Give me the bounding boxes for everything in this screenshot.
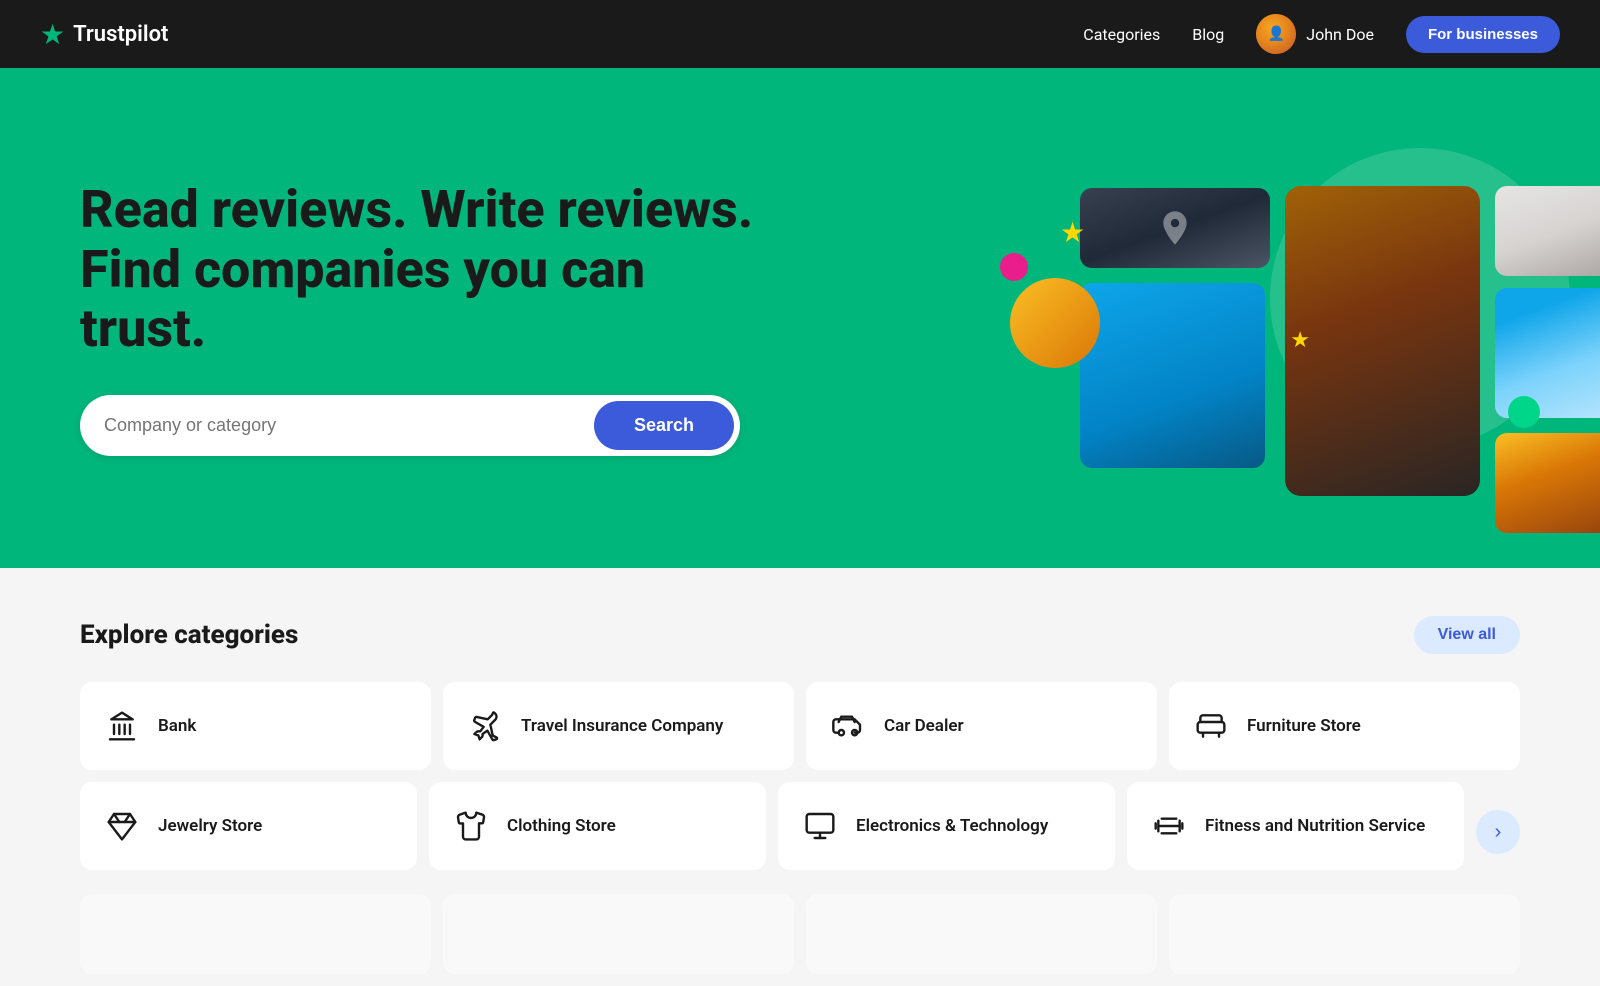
search-bar: Search bbox=[80, 395, 740, 456]
avatar: 👤 bbox=[1256, 14, 1296, 54]
categories-row-2: Jewelry Store Clothing Store bbox=[80, 782, 1464, 870]
photo-card-desk bbox=[1495, 186, 1600, 276]
category-card-clothing[interactable]: Clothing Store bbox=[429, 782, 766, 870]
search-input[interactable] bbox=[104, 415, 594, 436]
user-section[interactable]: 👤 John Doe bbox=[1256, 14, 1374, 54]
gold-star-decoration: ★ bbox=[1290, 328, 1310, 353]
dumbbell-icon bbox=[1151, 810, 1187, 842]
category-placeholder-2 bbox=[443, 894, 794, 974]
logo-text: Trustpilot bbox=[73, 22, 168, 47]
plane-icon bbox=[467, 710, 503, 742]
categories-next-button[interactable]: › bbox=[1476, 810, 1520, 854]
search-button[interactable]: Search bbox=[594, 401, 734, 450]
categories-section: Explore categories View all Bank bbox=[0, 568, 1600, 974]
category-card-jewelry[interactable]: Jewelry Store bbox=[80, 782, 417, 870]
categories-header: Explore categories View all bbox=[80, 616, 1520, 654]
car-dealer-label: Car Dealer bbox=[884, 716, 964, 736]
logo-area[interactable]: ★ Trustpilot bbox=[40, 18, 168, 51]
bank-label: Bank bbox=[158, 716, 196, 736]
star-decoration: ★ bbox=[1060, 216, 1085, 249]
categories-row-3 bbox=[80, 894, 1520, 974]
green-dot-decoration bbox=[1508, 396, 1540, 428]
navbar-right: Categories Blog 👤 John Doe For businesse… bbox=[1083, 14, 1560, 54]
blog-nav-link[interactable]: Blog bbox=[1192, 25, 1224, 44]
photo-card-profile-small bbox=[1010, 278, 1100, 368]
category-placeholder-1 bbox=[80, 894, 431, 974]
category-card-travel-insurance[interactable]: Travel Insurance Company bbox=[443, 682, 794, 770]
category-placeholder-4 bbox=[1169, 894, 1520, 974]
for-businesses-button[interactable]: For businesses bbox=[1406, 16, 1560, 53]
electronics-label: Electronics & Technology bbox=[856, 816, 1048, 836]
pink-dot-decoration bbox=[1000, 253, 1028, 281]
image-collage: ★ ★ bbox=[1000, 68, 1600, 568]
hero-title: Read reviews. Write reviews. Find compan… bbox=[80, 180, 780, 359]
category-card-furniture[interactable]: Furniture Store bbox=[1169, 682, 1520, 770]
photo-card-gym bbox=[1080, 188, 1270, 268]
photo-card-woman bbox=[1285, 186, 1480, 496]
category-card-electronics[interactable]: Electronics & Technology bbox=[778, 782, 1115, 870]
navbar: ★ Trustpilot Categories Blog 👤 John Doe … bbox=[0, 0, 1600, 68]
categories-title: Explore categories bbox=[80, 620, 298, 650]
photo-card-selfie bbox=[1495, 433, 1600, 533]
categories-row-1: Bank Travel Insurance Company Car Deale bbox=[80, 682, 1520, 770]
furniture-label: Furniture Store bbox=[1247, 716, 1361, 736]
category-card-fitness[interactable]: Fitness and Nutrition Service bbox=[1127, 782, 1464, 870]
avatar-image: 👤 bbox=[1256, 14, 1296, 54]
categories-row-2-wrapper: Jewelry Store Clothing Store bbox=[80, 782, 1520, 882]
photo-card-nature bbox=[1495, 288, 1600, 418]
car-icon bbox=[830, 710, 866, 742]
photo-card-pool bbox=[1080, 283, 1265, 468]
fitness-label: Fitness and Nutrition Service bbox=[1205, 816, 1425, 836]
clothing-label: Clothing Store bbox=[507, 816, 616, 836]
user-name: John Doe bbox=[1306, 25, 1374, 44]
categories-nav-link[interactable]: Categories bbox=[1083, 25, 1160, 44]
bank-icon bbox=[104, 710, 140, 742]
hero-section: Read reviews. Write reviews. Find compan… bbox=[0, 68, 1600, 568]
travel-insurance-label: Travel Insurance Company bbox=[521, 716, 723, 736]
laptop-icon bbox=[802, 810, 838, 842]
category-card-bank[interactable]: Bank bbox=[80, 682, 431, 770]
view-all-button[interactable]: View all bbox=[1414, 616, 1520, 654]
hero-images: ★ ★ bbox=[1000, 68, 1600, 568]
diamond-icon bbox=[104, 810, 140, 842]
jewelry-label: Jewelry Store bbox=[158, 816, 262, 836]
category-placeholder-3 bbox=[806, 894, 1157, 974]
shirt-icon bbox=[453, 810, 489, 842]
sofa-icon bbox=[1193, 710, 1229, 742]
category-card-car-dealer[interactable]: Car Dealer bbox=[806, 682, 1157, 770]
logo-star-icon: ★ bbox=[40, 18, 65, 51]
hero-content: Read reviews. Write reviews. Find compan… bbox=[80, 180, 780, 456]
